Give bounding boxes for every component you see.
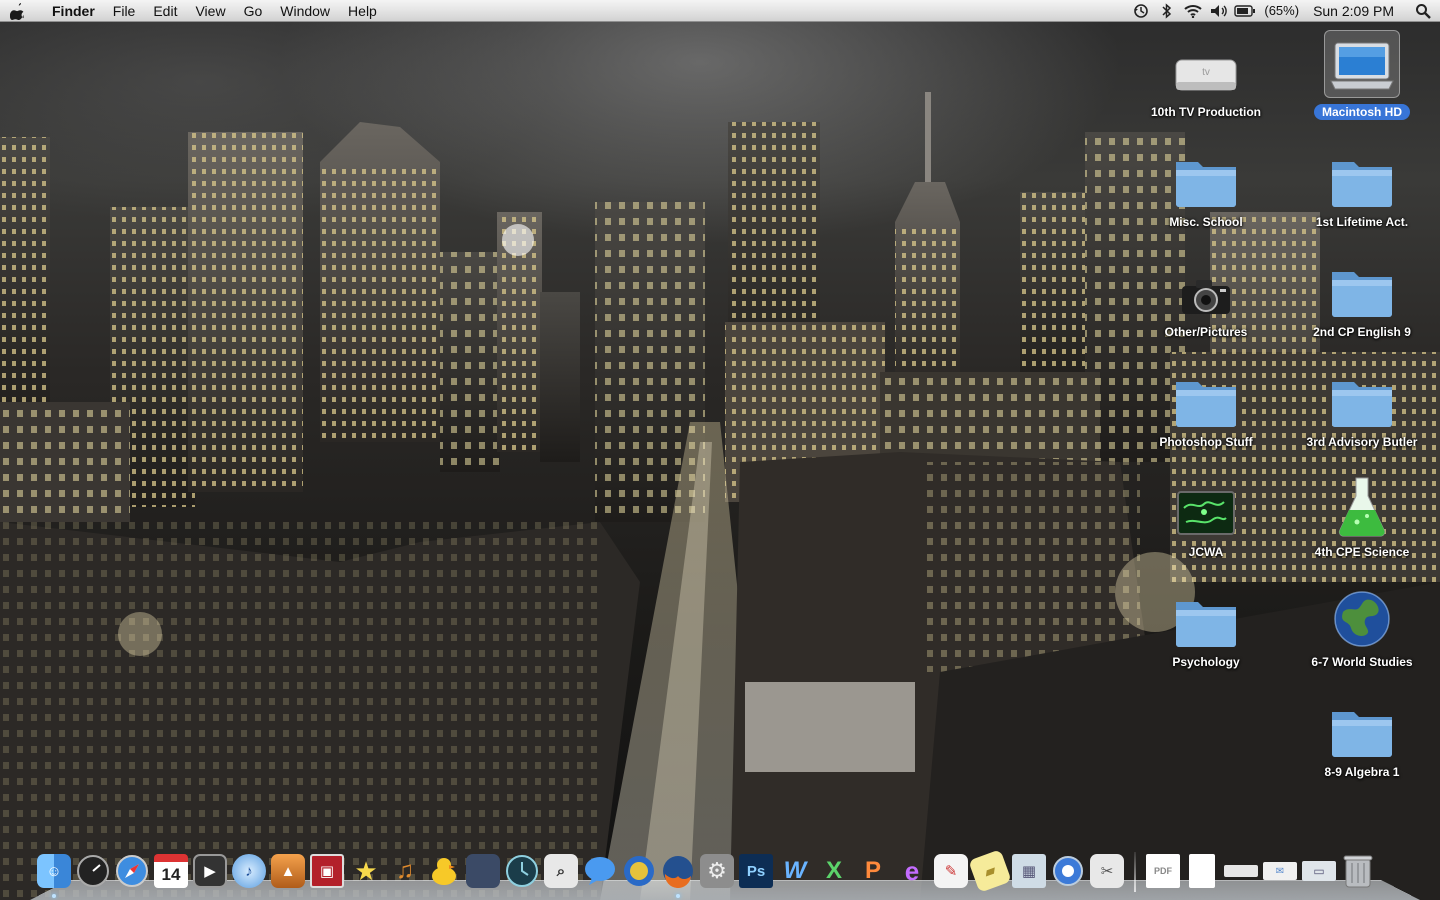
desktop-icon-label: Misc. School [1169,215,1243,229]
status-area: (65%) Sun 2:09 PM [1128,0,1440,22]
desktop-icon[interactable]: Photoshop Stuff [1131,360,1281,470]
menu-edit[interactable]: Edit [144,0,186,22]
battery-percent: (65%) [1264,3,1300,18]
document-icon[interactable] [1184,850,1220,892]
globe-icon [1324,580,1400,648]
folder-icon [1168,360,1244,428]
appletv-icon: tv [1168,30,1244,98]
wifi-icon[interactable] [1180,0,1206,22]
firefox-icon[interactable] [660,850,696,898]
desktop-icon[interactable]: 6-7 World Studies [1287,580,1437,690]
time-machine-menu-icon[interactable] [1128,0,1154,22]
pdf-document-icon[interactable]: PDF [1145,850,1181,892]
spaces-icon[interactable] [465,850,501,892]
dashboard-icon[interactable] [75,850,111,892]
ichat-icon[interactable] [582,850,618,892]
folder-icon [1324,690,1400,758]
mail-stack-icon[interactable]: ✉ [1262,850,1298,892]
folder-icon [1324,360,1400,428]
map-icon [1168,470,1244,538]
desktop-icon[interactable]: 4th CPE Science [1287,470,1437,580]
finder-icon[interactable]: ☺ [36,850,72,898]
desktop-icon-label: 1st Lifetime Act. [1315,215,1409,229]
folder-icon [1324,250,1400,318]
menu-window[interactable]: Window [271,0,339,22]
dock-separator [1134,852,1136,892]
safari-icon[interactable] [114,850,150,892]
desktop-icon-label: 4th CPE Science [1314,545,1410,559]
desktop-icon-label: 2nd CP English 9 [1313,325,1411,339]
flask-icon [1324,470,1400,538]
desktop-icon-label: Photoshop Stuff [1159,435,1253,449]
textedit-icon[interactable]: ✎ [933,850,969,892]
hard-drive-icon [1324,30,1400,98]
garageband-icon[interactable]: ♫ [387,850,423,892]
stack-icon[interactable] [1223,850,1259,892]
folder-icon [1168,140,1244,208]
bluetooth-icon[interactable] [1154,0,1180,22]
desktop-icon[interactable]: 8-9 Algebra 1 [1287,690,1437,800]
system-preferences-icon[interactable]: ⚙ [699,850,735,892]
script-editor-icon[interactable]: ✂ [1089,850,1125,892]
menu-bar: Finder File Edit View Go Window Help (65… [0,0,1440,22]
itunes-icon[interactable]: ♪ [231,850,267,892]
word-icon[interactable]: W [777,850,813,892]
desktop-icon-label: 10th TV Production [1150,105,1261,119]
desktop-icon[interactable]: Other/Pictures [1131,250,1281,360]
desktop-icon-label: Macintosh HD [1313,104,1410,120]
menu-help[interactable]: Help [339,0,386,22]
desktop-icon[interactable]: JCWA [1131,470,1281,580]
stickies-icon[interactable]: ▰ [968,849,1012,893]
desktop-icon[interactable]: Misc. School [1131,140,1281,250]
photo-booth-icon[interactable]: ▣ [309,850,345,892]
dock: ☺ 14 ▶ ♪ ▲ ▣ ★ ♫ ⌕ ⚙ Ps W X Pe ✎ ▰ ▦ ✂ PDF ✉ ▭ [36,846,1376,898]
desktop-icon-label: JCWA [1188,545,1224,559]
menu-go[interactable]: Go [235,0,272,22]
apple-menu-icon[interactable] [0,0,36,22]
spotlight-search-icon[interactable] [1406,0,1440,22]
downloads-stack-icon[interactable]: ▭ [1301,850,1337,892]
svg-text:tv: tv [1202,67,1210,78]
desktop-icon[interactable]: 3rd Advisory Butler [1287,360,1437,470]
time-machine-icon[interactable] [504,850,540,892]
adium-icon[interactable] [426,850,462,892]
desktop-icon[interactable]: 2nd CP English 9 [1287,250,1437,360]
imovie-star-icon[interactable]: ★ [348,850,384,892]
camera-icon [1168,250,1244,318]
folder-icon [1168,580,1244,648]
menu-view[interactable]: View [186,0,234,22]
folder-icon [1324,140,1400,208]
preview-icon[interactable]: ⌕ [543,850,579,892]
menu-file[interactable]: File [104,0,145,22]
ical-icon[interactable]: 14 [153,850,189,892]
desktop-icon[interactable]: Psychology [1131,580,1281,690]
desktop-icon[interactable]: 1st Lifetime Act. [1287,140,1437,250]
desktop-icon[interactable]: tv 10th TV Production [1131,30,1281,140]
excel-icon[interactable]: X [816,850,852,892]
imovie-icon[interactable]: ▶ [192,850,228,892]
desktop-icon-label: 6-7 World Studies [1311,655,1413,669]
world-of-warcraft-icon[interactable] [621,850,657,892]
desktop-icon-label: 3rd Advisory Butler [1306,435,1418,449]
app-menu-finder[interactable]: Finder [36,0,104,22]
powerpoint-icon[interactable]: P [855,850,891,892]
iphoto-icon[interactable]: ▲ [270,850,306,892]
app-store-folder-icon[interactable]: ▦ [1011,850,1047,892]
menu-clock[interactable]: Sun 2:09 PM [1305,3,1406,19]
volume-icon[interactable] [1206,0,1232,22]
desktop-icon[interactable]: Macintosh HD [1287,30,1437,140]
desktop-icon-label: Other/Pictures [1164,325,1248,339]
battery-icon[interactable] [1232,0,1258,22]
quicktime-icon[interactable] [1050,850,1086,892]
desktop-icon-label: Psychology [1172,655,1240,669]
photoshop-icon[interactable]: Ps [738,850,774,892]
trash-icon[interactable] [1340,850,1376,892]
entourage-icon[interactable]: e [894,850,930,892]
desktop-icon-label: 8-9 Algebra 1 [1324,765,1400,779]
